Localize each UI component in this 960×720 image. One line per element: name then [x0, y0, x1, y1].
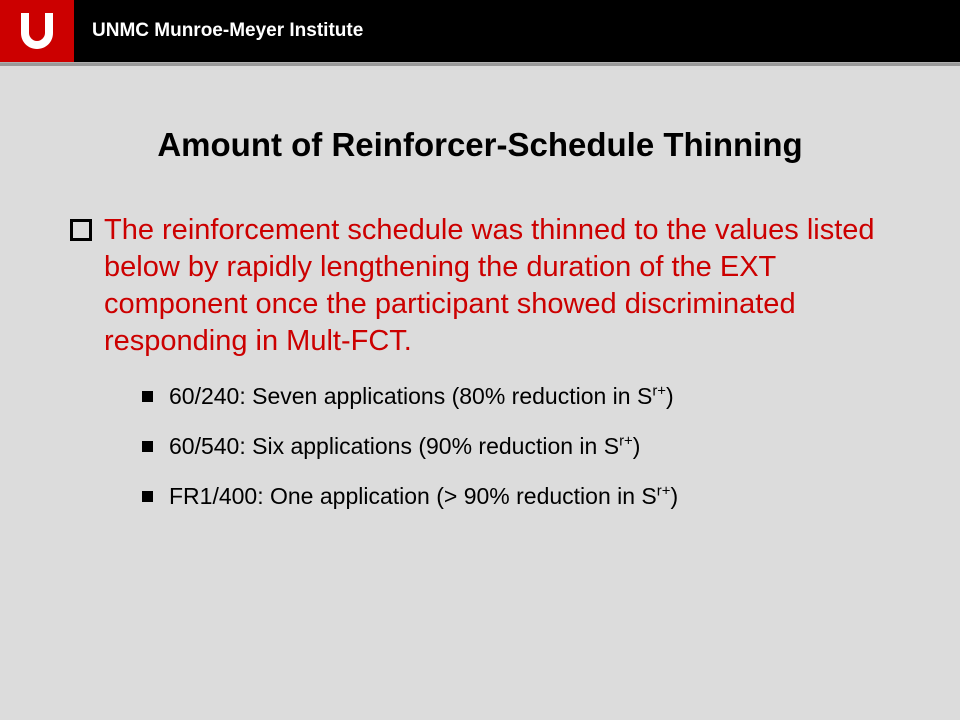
slide-title: Amount of Reinforcer-Schedule Thinning [70, 126, 890, 164]
header-bar: UNMC Munroe-Meyer Institute [0, 0, 960, 62]
slide-content: Amount of Reinforcer-Schedule Thinning T… [0, 66, 960, 512]
institute-name: UNMC Munroe-Meyer Institute [92, 20, 363, 42]
logo [0, 0, 74, 62]
square-bullet-icon [142, 491, 153, 502]
sub-bullet-item: FR1/400: One application (> 90% reductio… [142, 482, 890, 512]
sub-bullet-item: 60/240: Seven applications (80% reductio… [142, 382, 890, 412]
unmc-logo-icon [13, 7, 61, 55]
square-bullet-icon [142, 441, 153, 452]
sub-bullet-list: 60/240: Seven applications (80% reductio… [142, 382, 890, 512]
main-bullet: The reinforcement schedule was thinned t… [70, 212, 890, 360]
sub-bullet-text: 60/240: Seven applications (80% reductio… [169, 382, 674, 412]
sub-bullet-text: FR1/400: One application (> 90% reductio… [169, 482, 678, 512]
square-bullet-icon [142, 391, 153, 402]
main-bullet-text: The reinforcement schedule was thinned t… [104, 212, 890, 360]
sub-bullet-item: 60/540: Six applications (90% reduction … [142, 432, 890, 462]
hollow-square-bullet-icon [70, 219, 92, 241]
sub-bullet-text: 60/540: Six applications (90% reduction … [169, 432, 640, 462]
